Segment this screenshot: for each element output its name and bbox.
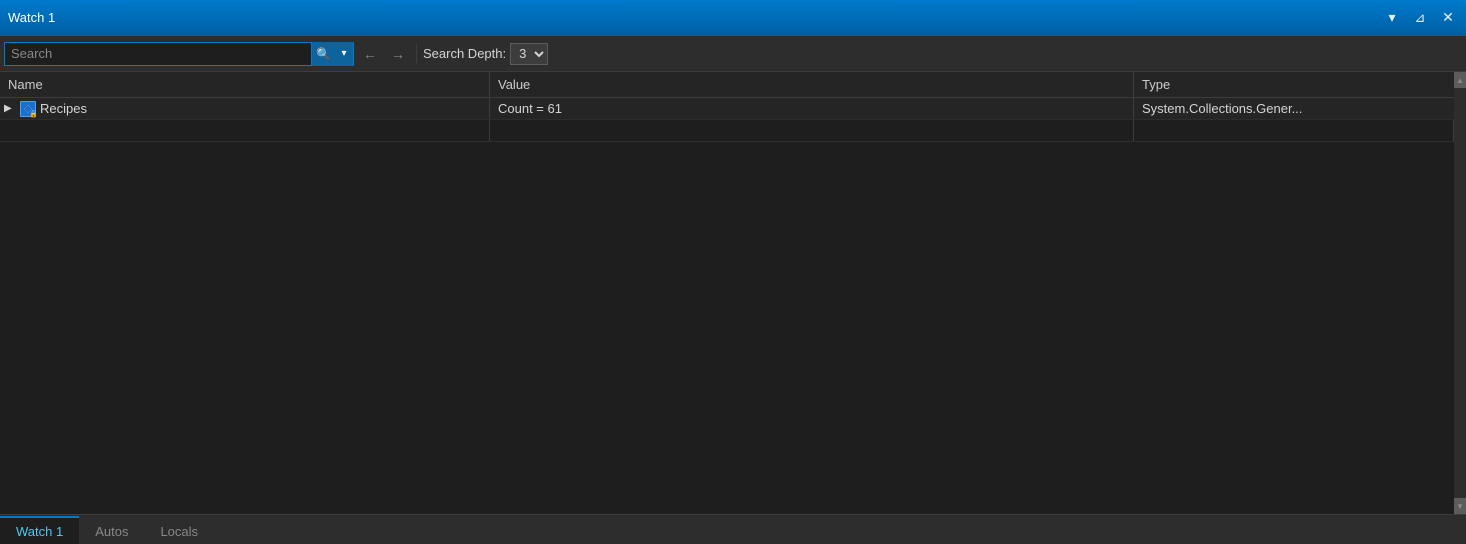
- tab-watch1-label: Watch 1: [16, 524, 63, 539]
- search-wrapper: 🔍 ▾: [4, 42, 354, 66]
- close-button[interactable]: ✕: [1438, 8, 1458, 28]
- dropdown-button[interactable]: ▾: [1382, 8, 1402, 28]
- toolbar: 🔍 ▾ ← → Search Depth: 1 2 3 4 5: [0, 36, 1466, 72]
- empty-row[interactable]: [0, 120, 1454, 142]
- scroll-up-button[interactable]: ▲: [1454, 72, 1466, 88]
- tab-locals-label: Locals: [160, 524, 198, 539]
- tab-watch1[interactable]: Watch 1: [0, 516, 79, 544]
- collection-icon: 🔒: [20, 101, 36, 117]
- table-row[interactable]: ▶ 🔒 Recipes Count = 61 System.Collection: [0, 98, 1454, 120]
- expand-arrow[interactable]: ▶: [4, 103, 16, 114]
- scroll-down-button[interactable]: ▼: [1454, 498, 1466, 514]
- tab-bar: Watch 1 Autos Locals: [0, 514, 1466, 544]
- tab-autos[interactable]: Autos: [79, 516, 144, 544]
- tab-locals[interactable]: Locals: [144, 516, 214, 544]
- table-header: Name Value Type: [0, 72, 1454, 98]
- table-body: ▶ 🔒 Recipes Count = 61 System.Collection: [0, 98, 1454, 142]
- title-bar-controls: ▾ ⊿ ✕: [1382, 8, 1458, 28]
- window-title: Watch 1: [8, 10, 55, 25]
- toolbar-separator: [416, 44, 417, 64]
- scrollbar-track: ▲ ▼: [1454, 72, 1466, 514]
- search-button[interactable]: 🔍: [311, 42, 335, 66]
- search-input[interactable]: [5, 43, 311, 65]
- search-depth-label: Search Depth:: [423, 46, 506, 61]
- nav-forward-button[interactable]: →: [386, 42, 410, 66]
- lock-icon: 🔒: [29, 110, 38, 118]
- column-header-value: Value: [490, 72, 1134, 97]
- row-value-cell: Count = 61: [490, 98, 1134, 119]
- row-name-value: Recipes: [40, 101, 87, 116]
- table-wrapper: Name Value Type ▶ 🔒: [0, 72, 1454, 514]
- tab-autos-label: Autos: [95, 524, 128, 539]
- empty-name: [0, 120, 490, 141]
- empty-type: [1134, 120, 1454, 141]
- search-dropdown-button[interactable]: ▾: [335, 42, 353, 66]
- pin-button[interactable]: ⊿: [1410, 8, 1430, 28]
- title-bar: Watch 1 ▾ ⊿ ✕: [0, 0, 1466, 36]
- main-area: Name Value Type ▶ 🔒: [0, 72, 1466, 514]
- search-depth-select[interactable]: 1 2 3 4 5: [510, 43, 548, 65]
- empty-value: [490, 120, 1134, 141]
- column-header-name: Name: [0, 72, 490, 97]
- row-type-cell: System.Collections.Gener...: [1134, 98, 1454, 119]
- column-header-type: Type: [1134, 72, 1454, 97]
- row-name-cell: ▶ 🔒 Recipes: [0, 98, 490, 119]
- nav-back-button[interactable]: ←: [358, 42, 382, 66]
